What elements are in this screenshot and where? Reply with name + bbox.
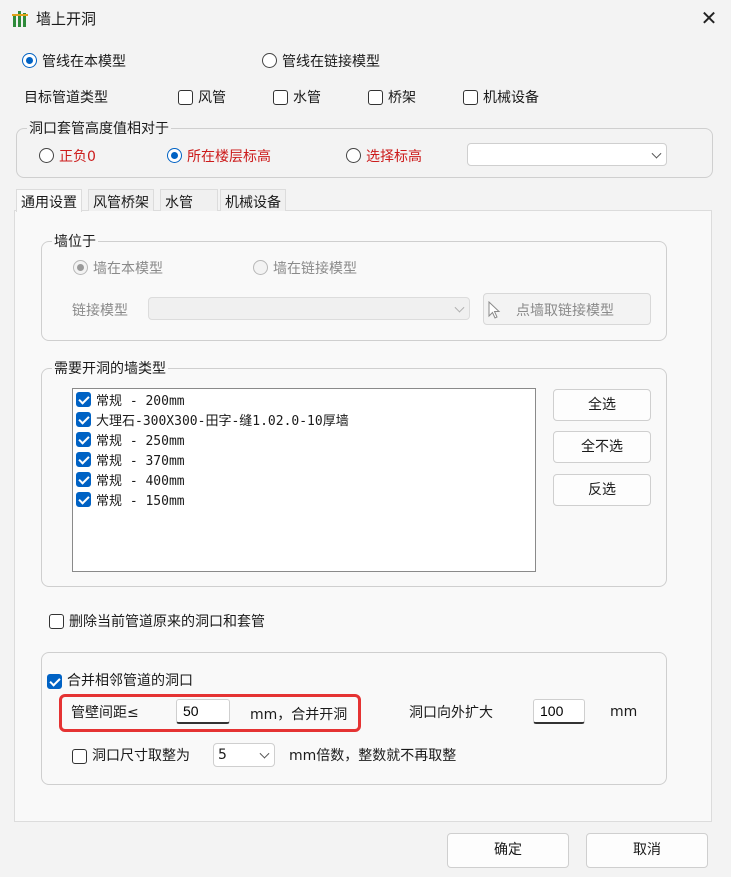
chevron-down-icon — [259, 748, 270, 759]
wall-types-legend: 需要开洞的墙类型 — [52, 358, 168, 378]
checkbox-water-pipe-label: 水管 — [293, 90, 321, 106]
list-item[interactable]: 常规 - 370mm — [76, 449, 185, 469]
app-logo-icon — [12, 11, 28, 27]
round-select-value: 5 — [218, 747, 227, 763]
checkbox-indicator[interactable] — [76, 491, 91, 507]
checkbox-water-pipe[interactable] — [273, 90, 288, 109]
tab-general[interactable]: 通用设置 — [16, 189, 82, 212]
list-item-label: 大理石-300X300-田字-缝1.02.0-10厚墙 — [96, 413, 349, 429]
list-item-label: 常规 - 200mm — [96, 393, 185, 409]
checkbox-indicator — [49, 614, 64, 629]
list-item[interactable]: 常规 - 250mm — [76, 429, 185, 449]
checkbox-indicator — [368, 90, 383, 105]
checkbox-indicator — [273, 90, 288, 105]
checkbox-indicator — [72, 749, 87, 764]
checkbox-duct[interactable] — [178, 90, 193, 109]
radio-indicator — [167, 148, 182, 163]
radio-wall-link-label: 墙在链接模型 — [273, 261, 357, 277]
level-select[interactable] — [467, 143, 667, 166]
radio-height-floor-label: 所在楼层标高 — [187, 149, 271, 165]
checkbox-cable-tray-label: 桥架 — [388, 90, 416, 106]
pick-link-model-label: 点墙取链接模型 — [516, 303, 614, 319]
checkbox-indicator[interactable] — [76, 471, 91, 487]
pipe-type-label: 目标管道类型 — [24, 90, 108, 106]
gap-suffix: mm，合并开洞 — [250, 707, 348, 723]
checkbox-mech-equipment-label: 机械设备 — [483, 90, 539, 106]
gap-label: 管壁间距≤ — [71, 705, 139, 721]
wall-location-group — [41, 241, 667, 341]
round-select[interactable]: 5 — [213, 743, 275, 767]
gap-input[interactable] — [176, 699, 230, 724]
checkbox-merge-label: 合并相邻管道的洞口 — [67, 670, 195, 690]
checkbox-indicator[interactable] — [76, 451, 91, 467]
expand-input[interactable] — [533, 699, 585, 724]
checkbox-delete-existing[interactable] — [49, 614, 64, 633]
radio-height-select[interactable] — [346, 148, 361, 167]
list-item-label: 常规 - 250mm — [96, 433, 185, 449]
title-bar — [0, 0, 731, 36]
round-suffix: mm倍数，整数就不再取整 — [289, 748, 457, 764]
expand-label: 洞口向外扩大 — [409, 705, 493, 721]
radio-height-zero-label: 正负0 — [59, 149, 96, 165]
radio-wall-link[interactable] — [253, 260, 268, 279]
radio-source-link[interactable] — [262, 53, 277, 72]
window-title: 墙上开洞 — [36, 10, 97, 28]
link-model-label: 链接模型 — [72, 303, 128, 319]
checkbox-indicator — [463, 90, 478, 105]
checkbox-cable-tray[interactable] — [368, 90, 383, 109]
close-button[interactable]: ✕ — [694, 4, 724, 32]
tab-water-pipe[interactable]: 水管 — [160, 189, 218, 211]
height-ref-legend: 洞口套管高度值相对于 — [27, 118, 171, 138]
list-item[interactable]: 常规 - 400mm — [76, 469, 185, 489]
radio-height-select-label: 选择标高 — [366, 149, 422, 165]
radio-source-link-label: 管线在链接模型 — [282, 54, 380, 70]
radio-indicator — [39, 148, 54, 163]
tab-mech-equipment[interactable]: 机械设备 — [220, 189, 286, 211]
cancel-button[interactable]: 取消 — [586, 833, 708, 868]
checkbox-indicator[interactable] — [76, 431, 91, 447]
radio-height-floor[interactable] — [167, 148, 182, 167]
checkbox-indicator — [178, 90, 193, 105]
checkbox-round-label: 洞口尺寸取整为 — [92, 748, 190, 764]
list-item[interactable]: 大理石-300X300-田字-缝1.02.0-10厚墙 — [76, 409, 349, 429]
radio-wall-local[interactable] — [73, 260, 88, 279]
checkbox-indicator — [47, 674, 62, 689]
wall-types-list[interactable]: 常规 - 200mm 大理石-300X300-田字-缝1.02.0-10厚墙 常… — [72, 388, 536, 572]
radio-source-local[interactable] — [22, 53, 37, 72]
cursor-arrow-icon — [488, 301, 501, 319]
wall-location-legend: 墙位于 — [52, 231, 98, 251]
link-model-select[interactable] — [148, 297, 470, 320]
radio-source-local-label: 管线在本模型 — [42, 54, 126, 70]
close-icon: ✕ — [700, 6, 718, 30]
expand-unit: mm — [610, 704, 638, 720]
radio-wall-local-label: 墙在本模型 — [93, 261, 163, 277]
ok-button[interactable]: 确定 — [447, 833, 569, 868]
checkbox-merge[interactable] — [47, 674, 64, 693]
list-item-label: 常规 - 400mm — [96, 473, 185, 489]
radio-indicator — [346, 148, 361, 163]
list-item-label: 常规 - 150mm — [96, 493, 185, 509]
radio-indicator — [22, 53, 37, 68]
chevron-down-icon — [651, 148, 662, 159]
pick-link-model-button[interactable]: 点墙取链接模型 — [483, 293, 651, 325]
list-item[interactable]: 常规 - 200mm — [76, 389, 185, 409]
checkbox-delete-existing-label: 删除当前管道原来的洞口和套管 — [69, 614, 265, 630]
radio-indicator — [262, 53, 277, 68]
checkbox-indicator[interactable] — [76, 411, 91, 427]
select-none-button[interactable]: 全不选 — [553, 431, 651, 463]
list-item[interactable]: 常规 - 150mm — [76, 489, 185, 509]
radio-indicator — [73, 260, 88, 275]
invert-selection-button[interactable]: 反选 — [553, 474, 651, 506]
radio-indicator — [253, 260, 268, 275]
tab-duct-tray[interactable]: 风管桥架 — [88, 189, 154, 211]
checkbox-round[interactable] — [72, 749, 87, 768]
checkbox-duct-label: 风管 — [198, 90, 226, 106]
chevron-down-icon — [454, 302, 465, 313]
list-item-label: 常规 - 370mm — [96, 453, 185, 469]
radio-height-zero[interactable] — [39, 148, 54, 167]
checkbox-mech-equipment[interactable] — [463, 90, 478, 109]
checkbox-indicator[interactable] — [76, 391, 91, 407]
select-all-button[interactable]: 全选 — [553, 389, 651, 421]
